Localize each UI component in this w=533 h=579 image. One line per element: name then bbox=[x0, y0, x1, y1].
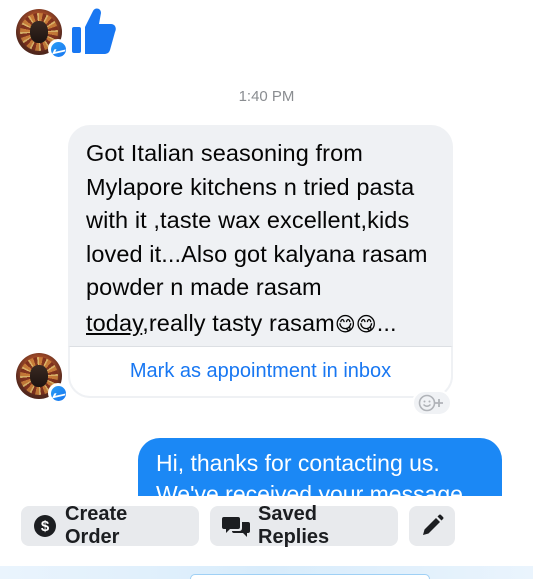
contact-avatar[interactable] bbox=[16, 9, 68, 59]
incoming-message-text: Got Italian seasoning from Mylapore kitc… bbox=[86, 140, 428, 336]
edit-button[interactable] bbox=[409, 506, 455, 546]
composer-area bbox=[0, 566, 533, 579]
contact-avatar[interactable] bbox=[16, 353, 68, 403]
mark-appointment-button[interactable]: Mark as appointment in inbox bbox=[68, 346, 453, 398]
dollar-icon: $ bbox=[33, 514, 57, 538]
add-reaction-icon[interactable] bbox=[412, 390, 452, 416]
messenger-icon bbox=[48, 383, 68, 403]
saved-replies-button[interactable]: Saved Replies bbox=[210, 503, 398, 548]
message-timestamp: 1:40 PM bbox=[238, 88, 295, 105]
thumbs-up-icon bbox=[72, 8, 116, 54]
messenger-icon bbox=[48, 39, 68, 59]
pencil-icon bbox=[420, 514, 444, 538]
emoji: 😋😋 bbox=[334, 313, 377, 336]
svg-text:$: $ bbox=[41, 518, 50, 535]
chat-bubbles-icon bbox=[222, 514, 250, 538]
create-order-button[interactable]: $ Create Order bbox=[21, 503, 199, 548]
incoming-message-bubble[interactable]: Got Italian seasoning from Mylapore kitc… bbox=[68, 125, 453, 398]
message-input[interactable] bbox=[190, 574, 430, 579]
date-link[interactable]: today bbox=[86, 310, 142, 336]
